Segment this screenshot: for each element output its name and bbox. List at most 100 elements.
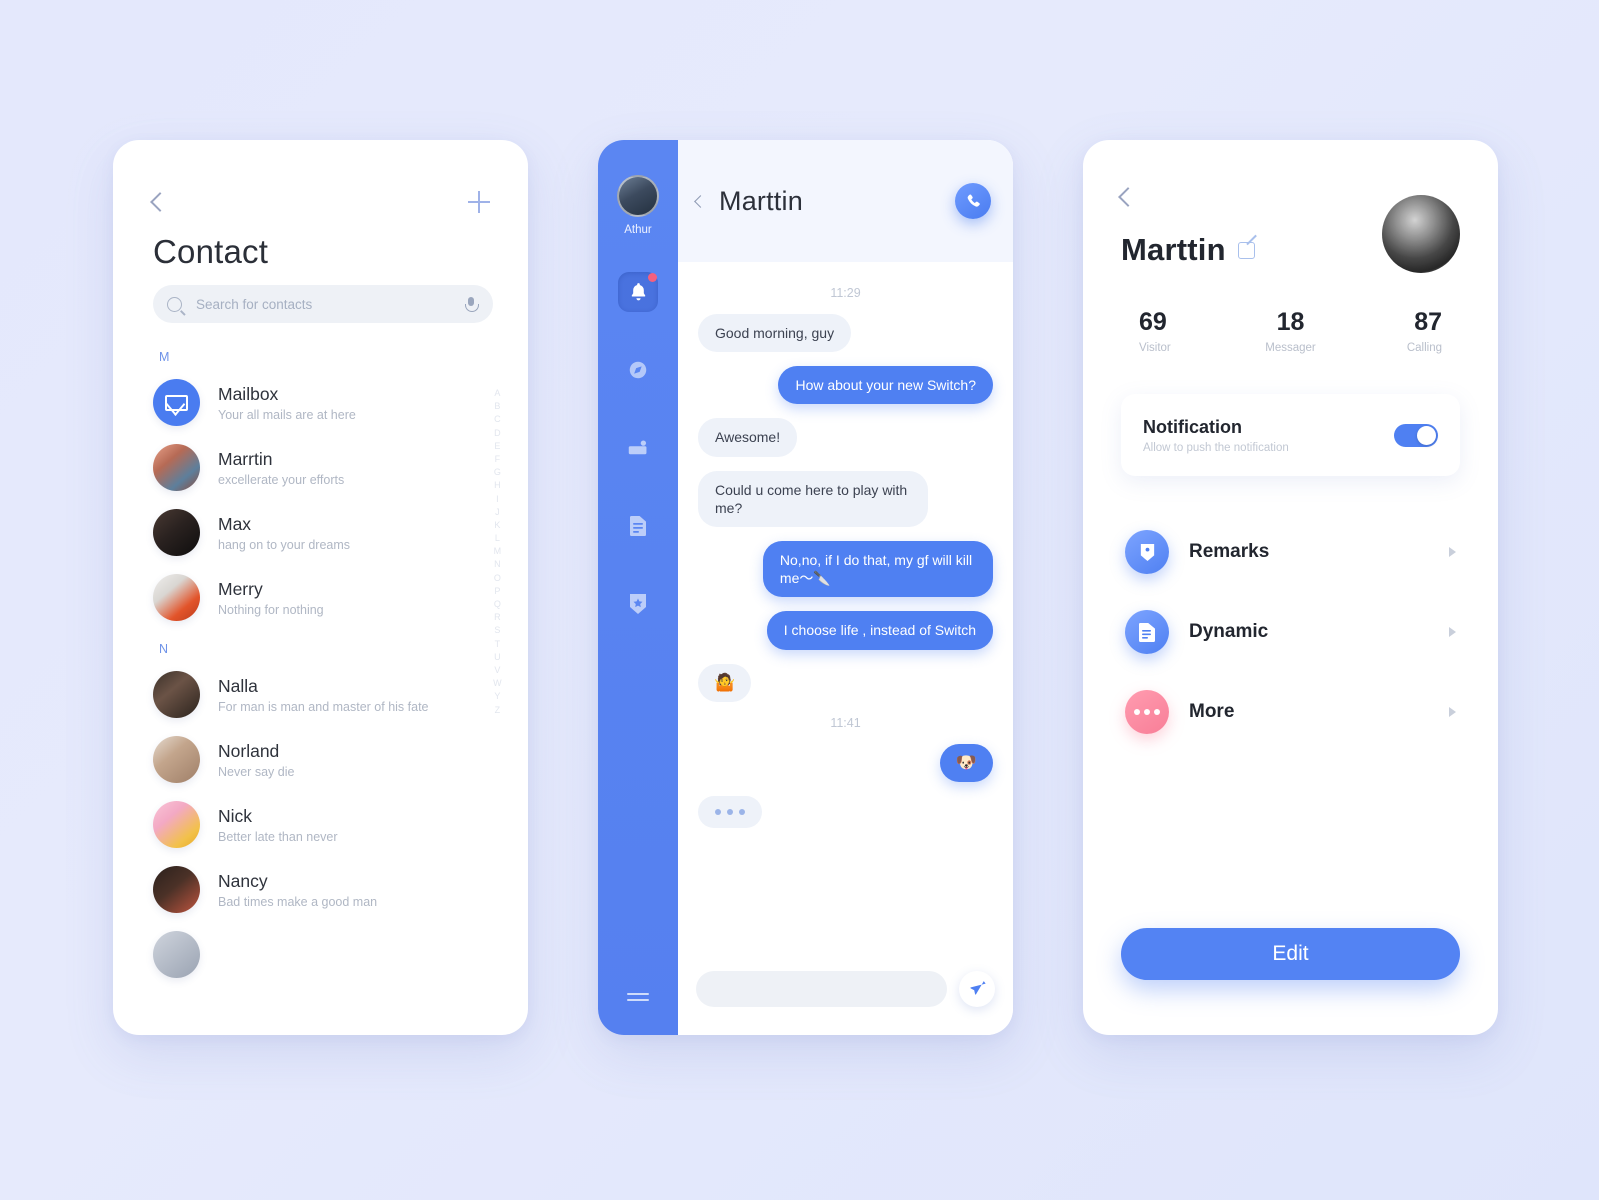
contact-row[interactable] xyxy=(113,922,528,987)
contact-subtitle: Bad times make a good man xyxy=(218,895,378,910)
alpha-index-letter[interactable]: Q xyxy=(494,599,501,609)
alpha-index-letter[interactable]: P xyxy=(494,586,500,596)
chat-bubble-emoji[interactable]: 🐶 xyxy=(939,743,993,782)
contact-name: Marrtin xyxy=(218,448,273,469)
search-input[interactable] xyxy=(196,296,463,312)
rail-item-document[interactable] xyxy=(618,506,658,546)
contact-row[interactable]: Merry Nothing for nothing xyxy=(113,565,528,630)
alpha-index-letter[interactable]: G xyxy=(494,467,501,477)
contacts-list[interactable]: M Mailbox Your all mails are at here Marrti… xyxy=(113,338,528,1035)
alpha-index-letter[interactable]: E xyxy=(494,441,500,451)
document-icon xyxy=(1125,610,1169,654)
edit-pencil-icon[interactable] xyxy=(1237,241,1255,259)
alpha-index-letter[interactable]: K xyxy=(494,520,500,530)
contact-row[interactable]: Nick Better late than never xyxy=(113,792,528,857)
more-dots-icon xyxy=(1134,709,1160,715)
chat-title: Marttin xyxy=(719,185,803,216)
stat-label: Visitor xyxy=(1139,342,1171,354)
alpha-index-letter[interactable]: D xyxy=(494,428,501,438)
envelope-icon xyxy=(165,394,188,411)
microphone-icon[interactable] xyxy=(463,296,479,312)
send-button[interactable] xyxy=(959,971,995,1007)
avatar xyxy=(153,671,200,718)
profile-topbar xyxy=(1118,140,1460,207)
chat-bubble[interactable]: How about your new Switch? xyxy=(778,366,993,405)
alpha-index-letter[interactable]: U xyxy=(494,652,501,662)
alpha-index-letter[interactable]: J xyxy=(495,507,500,517)
alpha-index-letter[interactable]: M xyxy=(494,546,502,556)
notification-toggle[interactable] xyxy=(1394,423,1438,447)
chat-bubble[interactable]: Good morning, guy xyxy=(698,314,852,353)
stat-item: 87 Calling xyxy=(1341,308,1456,354)
alpha-index-letter[interactable]: L xyxy=(495,533,500,543)
contact-subtitle: Better late than never xyxy=(218,830,338,845)
contact-row[interactable]: Mailbox Your all mails are at here xyxy=(113,370,528,435)
chat-bubble[interactable]: No,no, if I do that, my gf will kill me～… xyxy=(762,540,993,598)
profile-menu-list[interactable]: Remarks Dynamic More xyxy=(1121,512,1460,752)
stat-value: 18 xyxy=(1276,308,1305,336)
back-icon[interactable] xyxy=(694,194,707,208)
chat-message-row: 🐶 xyxy=(698,743,993,782)
menu-item-remarks[interactable]: Remarks xyxy=(1121,512,1460,592)
chat-message-row xyxy=(698,795,993,828)
rail-user-name: Athur xyxy=(624,224,652,236)
rail-item-shield-star[interactable] xyxy=(618,584,658,624)
alpha-index-letter[interactable]: W xyxy=(493,678,502,688)
add-contact-button[interactable] xyxy=(468,191,490,213)
chat-message-list[interactable]: 11:29 Good morning, guy How about your new… xyxy=(678,262,1013,957)
alpha-index-letter[interactable]: O xyxy=(494,573,501,583)
chat-bubble[interactable]: I choose life , instead of Switch xyxy=(766,611,993,650)
alphabet-index[interactable]: ABCDEFGHIJKLMNOPQRSTUVWYZ xyxy=(493,388,502,715)
chat-sidebar-rail: Athur xyxy=(598,140,678,1035)
avatar xyxy=(153,801,200,848)
alpha-index-letter[interactable]: S xyxy=(494,625,500,635)
alpha-index-letter[interactable]: F xyxy=(495,454,501,464)
notification-card[interactable]: Notification Allow to push the notificat… xyxy=(1121,394,1460,476)
menu-item-dynamic[interactable]: Dynamic xyxy=(1121,592,1460,672)
rail-item-camera[interactable] xyxy=(618,428,658,468)
chat-bubble-emoji[interactable]: 🤷 xyxy=(698,663,752,702)
contact-row[interactable]: Max hang on to your dreams xyxy=(113,500,528,565)
message-input[interactable] xyxy=(696,971,947,1007)
avatar xyxy=(153,509,200,556)
contact-row[interactable]: Norland Never say die xyxy=(113,727,528,792)
menu-item-label: More xyxy=(1189,701,1235,722)
contact-row[interactable]: Nalla For man is man and master of his fa… xyxy=(113,662,528,727)
edit-button[interactable]: Edit xyxy=(1121,928,1460,980)
alpha-index-letter[interactable]: Z xyxy=(495,705,501,715)
alpha-index-letter[interactable]: B xyxy=(494,401,500,411)
alpha-index-letter[interactable]: I xyxy=(496,494,499,504)
typing-indicator[interactable] xyxy=(698,795,762,828)
contact-row[interactable]: Nancy Bad times make a good man xyxy=(113,857,528,922)
contact-row[interactable]: Marrtin excellerate your efforts xyxy=(113,435,528,500)
chevron-right-icon xyxy=(1449,547,1456,557)
notification-text: Notification Allow to push the notificat… xyxy=(1143,417,1394,454)
alpha-index-letter[interactable]: V xyxy=(494,665,500,675)
back-icon[interactable] xyxy=(150,192,170,212)
alpha-index-letter[interactable]: A xyxy=(494,388,500,398)
alpha-index-letter[interactable]: H xyxy=(494,480,501,490)
chat-bubble[interactable]: Could u come here to play with me? xyxy=(698,470,929,527)
chat-bubble[interactable]: Awesome! xyxy=(698,418,798,457)
alpha-index-letter[interactable]: N xyxy=(494,559,501,569)
app-canvas: Contact M Mailbox Your all mails are at he… xyxy=(0,0,1599,1200)
chat-timestamp: 11:41 xyxy=(830,715,861,730)
alpha-index-letter[interactable]: T xyxy=(495,639,501,649)
alpha-index-letter[interactable]: C xyxy=(494,414,501,424)
alpha-index-letter[interactable]: R xyxy=(494,612,501,622)
contact-text: Mailbox Your all mails are at here xyxy=(218,383,356,423)
alpha-index-letter[interactable]: Y xyxy=(494,691,500,701)
search-bar[interactable] xyxy=(153,285,493,323)
back-icon[interactable] xyxy=(1118,187,1138,207)
menu-item-more[interactable]: More xyxy=(1121,672,1460,752)
section-letter: N xyxy=(159,642,169,656)
notification-badge xyxy=(648,273,657,282)
hamburger-menu-icon[interactable] xyxy=(627,989,649,1005)
stat-value: 87 xyxy=(1414,308,1442,336)
rail-item-compass[interactable] xyxy=(618,350,658,390)
contact-text: Merry Nothing for nothing xyxy=(218,578,324,618)
contact-subtitle: Your all mails are at here xyxy=(218,408,356,423)
rail-item-bell[interactable] xyxy=(618,272,658,312)
call-button[interactable] xyxy=(955,183,991,219)
rail-user[interactable]: Athur xyxy=(617,175,659,236)
